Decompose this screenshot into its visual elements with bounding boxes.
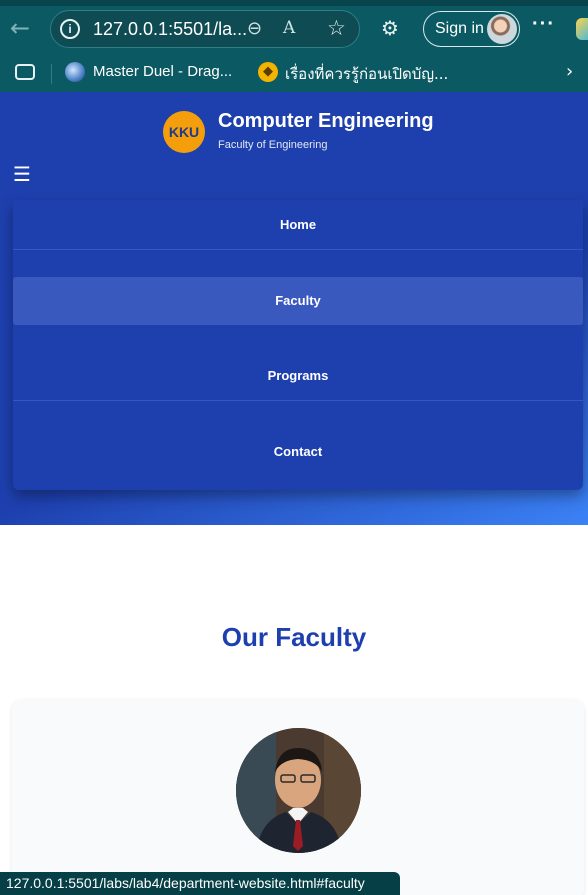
nav-item-faculty[interactable]: Faculty (13, 277, 583, 325)
zoom-icon[interactable]: ⊖ (247, 18, 262, 39)
sign-in-button[interactable]: Sign in (423, 11, 520, 47)
bookmark-master-duel[interactable]: Master Duel - Drag... (93, 63, 232, 80)
copilot-icon[interactable] (576, 18, 588, 40)
nav-item-contact[interactable]: Contact (13, 427, 583, 477)
faculty-card (12, 700, 584, 895)
tab-actions-icon[interactable] (15, 64, 35, 80)
bookmarks-bar: Master Duel - Drag... ◆ เรื่องที่ควรรู้ก… (0, 56, 588, 92)
info-icon[interactable]: i (60, 19, 80, 39)
chevron-right-icon[interactable]: › (566, 61, 573, 82)
address-bar[interactable]: i 127.0.0.1:5501/la... ⊖ A ☆ (50, 10, 360, 48)
bookmark-account-info[interactable]: เรื่องที่ควรรู้ก่อนเปิดบัญ... (285, 62, 448, 86)
bank-favicon-icon: ◆ (258, 62, 278, 82)
faculty-heading: Our Faculty (221, 622, 367, 652)
read-aloud-icon[interactable]: A (283, 18, 295, 38)
tab-strip (0, 0, 588, 6)
more-icon[interactable]: ··· (532, 13, 555, 36)
nav-menu: Home Faculty Programs Contact (13, 200, 583, 490)
faculty-photo (236, 728, 361, 853)
master-duel-favicon-icon (65, 62, 85, 82)
favorite-star-icon[interactable]: ☆ (327, 16, 346, 40)
browser-toolbar: ← i 127.0.0.1:5501/la... ⊖ A ☆ ⚙ Sign in… (0, 0, 588, 92)
site-subtitle: Faculty of Engineering (218, 139, 328, 151)
site-header: KKU Computer Engineering Faculty of Engi… (0, 92, 588, 525)
site-title: Computer Engineering (218, 110, 434, 132)
nav-item-home[interactable]: Home (13, 200, 583, 250)
avatar (487, 14, 517, 44)
logo: KKU (163, 111, 205, 153)
address-url[interactable]: 127.0.0.1:5501/la... (93, 19, 247, 40)
nav-item-programs[interactable]: Programs (13, 350, 583, 401)
hamburger-menu-icon[interactable]: ☰ (13, 164, 31, 184)
back-arrow-icon[interactable]: ← (6, 14, 34, 42)
bookmarks-divider (51, 64, 52, 84)
extensions-icon[interactable]: ⚙ (378, 16, 402, 40)
status-bar-url: 127.0.0.1:5501/labs/lab4/department-webs… (0, 872, 400, 895)
sign-in-label: Sign in (435, 20, 484, 37)
